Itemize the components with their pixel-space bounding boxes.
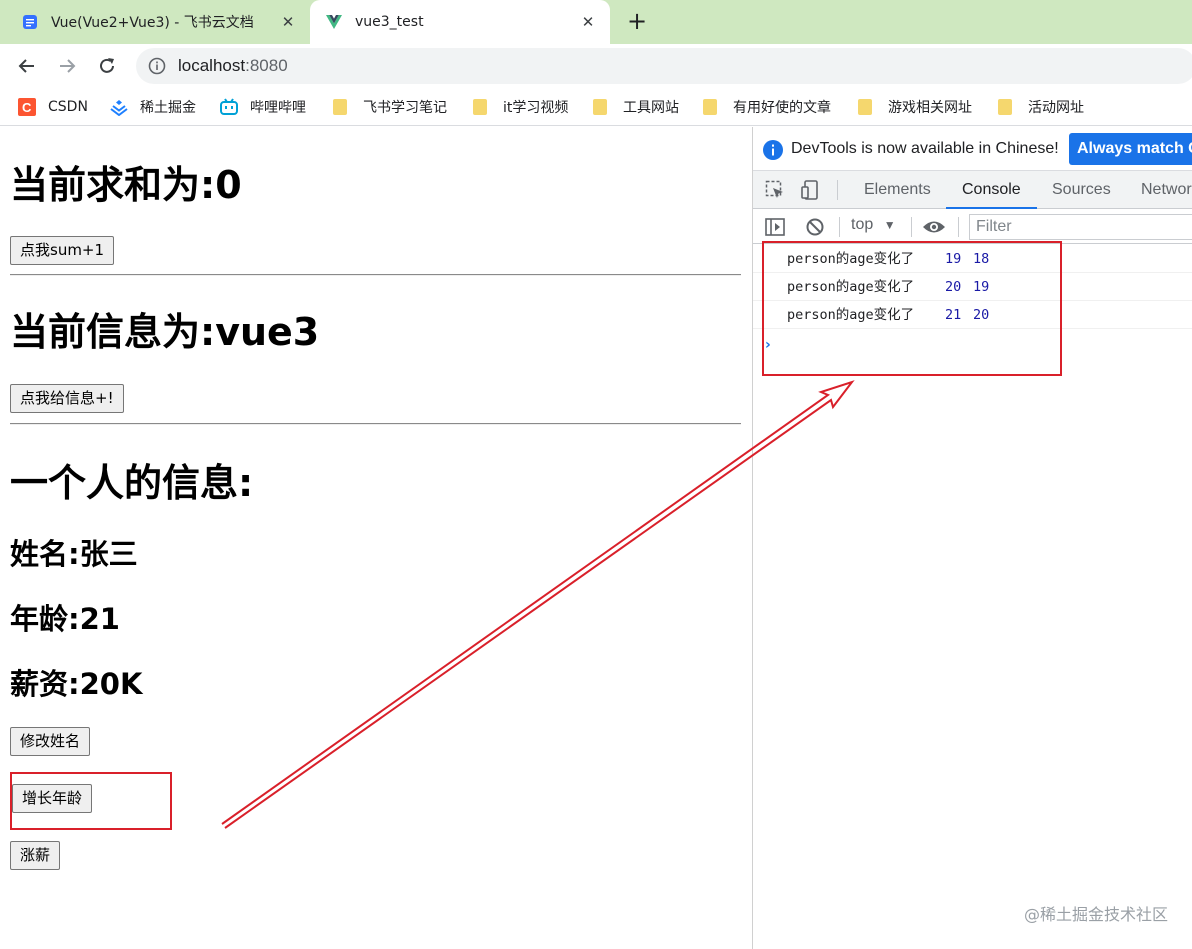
- url-host: localhost: [178, 56, 246, 75]
- console-filter-input[interactable]: Filter: [969, 214, 1192, 240]
- csdn-icon: C: [18, 98, 36, 116]
- msg-append-button[interactable]: 点我给信息+!: [10, 384, 124, 413]
- divider: [10, 423, 741, 425]
- devtools-language-banner: DevTools is now available in Chinese! Al…: [753, 127, 1192, 171]
- folder-icon: [333, 99, 347, 115]
- context-label: top: [851, 216, 874, 233]
- bookmark-label: 活动网址: [1028, 100, 1084, 116]
- info-icon: [763, 140, 783, 160]
- bookmark-folder[interactable]: 工具网站: [593, 97, 679, 117]
- back-button[interactable]: [13, 52, 41, 80]
- reload-button[interactable]: [93, 52, 121, 80]
- bookmark-juejin[interactable]: 稀土掘金: [110, 97, 196, 117]
- tab-title: vue3_test: [355, 14, 424, 30]
- forward-button[interactable]: [53, 52, 81, 80]
- tab-console[interactable]: Console: [946, 171, 1037, 209]
- bookmark-label: 哔哩哔哩: [250, 100, 306, 116]
- banner-text: DevTools is now available in Chinese!: [791, 140, 1059, 157]
- document-icon: [23, 15, 37, 29]
- bookmark-label: CSDN: [48, 99, 88, 115]
- tab-feishu-doc[interactable]: Vue(Vue2+Vue3) - 飞书云文档 ✕: [22, 0, 310, 44]
- person-age: 年龄:21: [10, 602, 120, 636]
- vue-logo-icon: [326, 15, 342, 29]
- bookmarks-bar: C CSDN 稀土掘金 哔哩哔哩 飞书学习笔记 it学习视频 工具网站 有用好使…: [0, 88, 1192, 126]
- bookmark-label: 工具网站: [623, 100, 679, 116]
- bookmark-folder[interactable]: 有用好使的文章: [703, 97, 831, 117]
- bookmark-folder[interactable]: it学习视频: [473, 97, 568, 117]
- chevron-down-icon: ▼: [883, 218, 896, 232]
- tab-title: Vue(Vue2+Vue3) - 飞书云文档: [51, 15, 254, 31]
- svg-text:C: C: [22, 100, 32, 115]
- bookmark-label: 游戏相关网址: [888, 100, 972, 116]
- folder-icon: [473, 99, 487, 115]
- bookmark-bilibili[interactable]: 哔哩哔哩: [220, 97, 306, 117]
- browser-toolbar: localhost:8080: [0, 44, 1192, 88]
- eye-icon[interactable]: [922, 218, 946, 236]
- separator: [837, 180, 838, 200]
- folder-icon: [703, 99, 717, 115]
- folder-icon: [593, 99, 607, 115]
- tab-vue3-test[interactable]: vue3_test ✕: [310, 0, 610, 44]
- bookmark-folder[interactable]: 活动网址: [998, 97, 1084, 117]
- tab-network[interactable]: Networ: [1141, 171, 1192, 209]
- sum-heading: 当前求和为:0: [10, 163, 242, 207]
- bookmark-csdn[interactable]: C CSDN: [18, 97, 88, 117]
- msg-heading: 当前信息为:vue3: [10, 310, 320, 354]
- sum-plus-button[interactable]: 点我sum+1: [10, 236, 115, 265]
- clear-console-icon[interactable]: [805, 217, 825, 237]
- bookmark-label: 稀土掘金: [140, 100, 196, 116]
- tab-sources[interactable]: Sources: [1052, 171, 1111, 209]
- bookmark-label: 有用好使的文章: [733, 100, 831, 116]
- close-tab-icon[interactable]: ✕: [278, 12, 298, 32]
- bookmark-label: it学习视频: [503, 100, 569, 116]
- back-arrow-icon: [18, 59, 34, 73]
- separator: [958, 217, 959, 237]
- juejin-icon: [110, 100, 128, 116]
- bookmark-label: 飞书学习笔记: [363, 100, 447, 116]
- folder-icon: [858, 99, 872, 115]
- tab-strip: Vue(Vue2+Vue3) - 飞书云文档 ✕ vue3_test ✕ +: [0, 0, 1192, 44]
- console-toolbar: top ▼ Filter: [753, 210, 1192, 244]
- reload-icon: [100, 58, 114, 73]
- raise-salary-button[interactable]: 涨薪: [10, 841, 61, 870]
- separator: [839, 217, 840, 237]
- always-match-button[interactable]: Always match C: [1069, 133, 1192, 165]
- url-port: :8080: [245, 56, 288, 75]
- close-tab-icon[interactable]: ✕: [578, 12, 598, 32]
- bookmark-folder[interactable]: 游戏相关网址: [858, 97, 972, 117]
- separator: [911, 217, 912, 237]
- context-selector[interactable]: top ▼: [851, 216, 896, 234]
- tab-elements[interactable]: Elements: [864, 171, 931, 209]
- person-name: 姓名:张三: [10, 537, 138, 571]
- button-highlight-box: [10, 772, 172, 830]
- folder-icon: [998, 99, 1012, 115]
- person-heading: 一个人的信息:: [10, 461, 254, 505]
- divider: [10, 274, 741, 276]
- new-tab-button[interactable]: +: [624, 8, 650, 34]
- bookmark-folder[interactable]: 飞书学习笔记: [333, 97, 447, 117]
- person-salary: 薪资:20K: [10, 667, 143, 701]
- forward-arrow-icon: [60, 59, 76, 73]
- site-info-icon[interactable]: [148, 57, 166, 75]
- bilibili-icon: [220, 98, 238, 115]
- address-bar[interactable]: localhost:8080: [136, 48, 1192, 84]
- device-toolbar-icon[interactable]: [801, 180, 821, 200]
- inspect-element-icon[interactable]: [765, 180, 785, 200]
- console-highlight-box: [762, 241, 1062, 376]
- watermark: @稀土掘金技术社区: [1023, 905, 1168, 924]
- devtools-tabs: Elements Console Sources Networ: [753, 171, 1192, 209]
- change-name-button[interactable]: 修改姓名: [10, 727, 91, 756]
- sidebar-toggle-icon[interactable]: [765, 217, 785, 237]
